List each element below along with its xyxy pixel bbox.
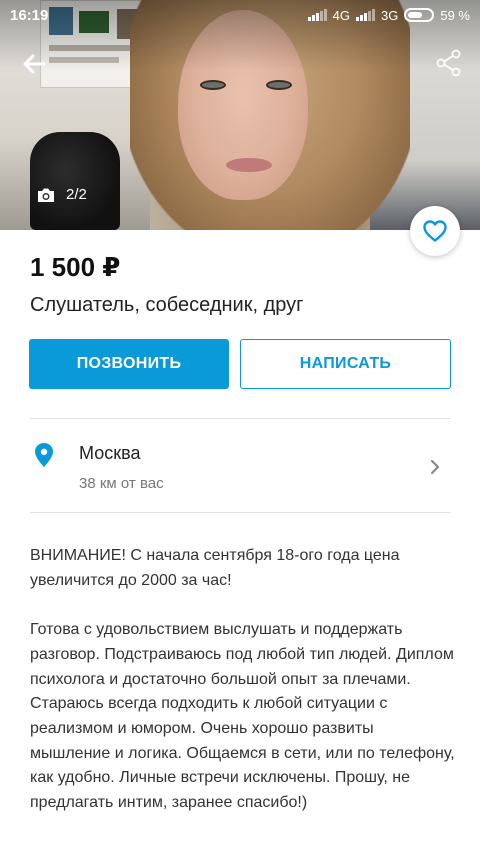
photo-bag	[30, 132, 120, 230]
battery-icon	[404, 8, 435, 22]
location-row[interactable]: Москва 38 км от вас	[0, 420, 480, 512]
listing-description: ВНИМАНИЕ! С начала сентября 18-ого года …	[30, 544, 455, 816]
photo-eye-left	[200, 80, 226, 90]
location-distance: 38 км от вас	[79, 475, 164, 492]
description-notice: ВНИМАНИЕ! С начала сентября 18-ого года …	[30, 547, 400, 589]
call-button[interactable]: ПОЗВОНИТЬ	[29, 339, 229, 389]
signal-icon-2	[356, 9, 376, 21]
divider	[30, 418, 451, 419]
status-time: 16:19	[10, 6, 49, 24]
share-icon	[436, 49, 461, 77]
listing-title: Слушатель, собеседник, друг	[30, 294, 304, 316]
listing-price: 1 500 ₽	[30, 252, 121, 282]
network-type-1: 4G	[332, 7, 351, 23]
signal-icon	[307, 9, 327, 21]
chevron-right-icon	[430, 459, 440, 475]
back-arrow-icon	[23, 54, 46, 74]
divider	[30, 512, 451, 513]
favorite-button[interactable]	[410, 206, 460, 256]
photo-lips	[226, 158, 272, 172]
photo-eye-right	[266, 80, 292, 90]
description-body: Готова с удовольствием выслушать и подде…	[30, 621, 455, 812]
battery-level: 59 %	[440, 7, 470, 23]
camera-icon	[38, 188, 54, 202]
status-bar: 16:19 4G 3G 59 %	[0, 0, 480, 30]
share-button[interactable]	[434, 48, 464, 78]
heart-icon	[423, 220, 447, 242]
photo-counter-text: 2/2	[66, 186, 87, 203]
location-pin-icon	[35, 443, 53, 467]
location-city: Москва	[79, 443, 141, 463]
write-button[interactable]: НАПИСАТЬ	[240, 339, 451, 389]
photo-counter: 2/2	[36, 186, 87, 203]
network-type-2: 3G	[381, 7, 399, 23]
back-button[interactable]	[18, 48, 50, 80]
